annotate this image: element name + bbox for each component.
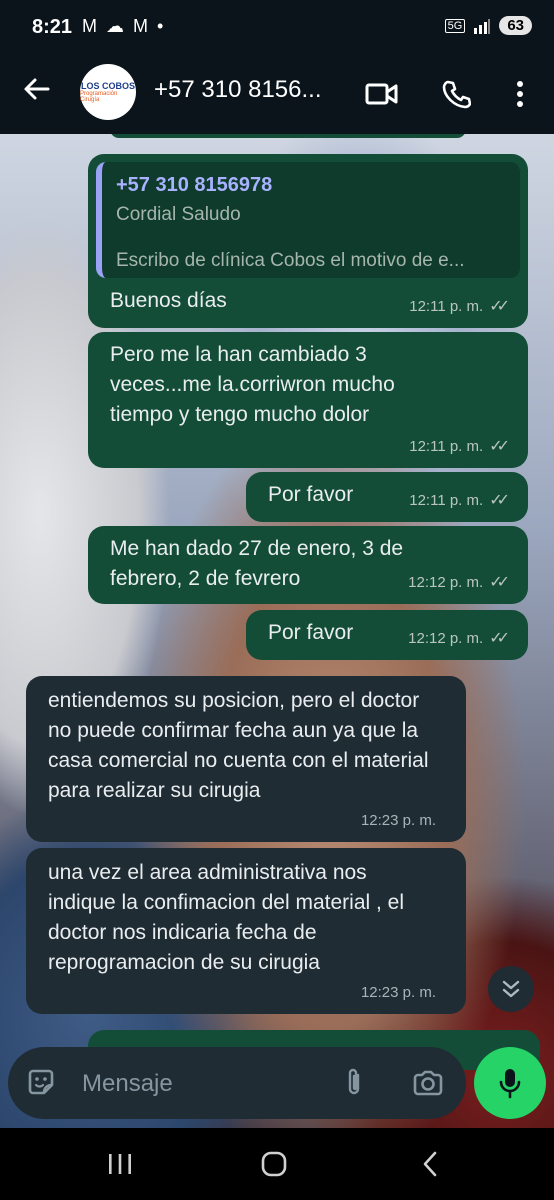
avatar-logo-text: LOS COBOS (80, 81, 135, 91)
avatar-logo-subtext: Programación Cirugía (80, 91, 118, 103)
message-bubble[interactable]: una vez el area administrativa nos indiq… (26, 848, 466, 1014)
system-navigation-bar (0, 1128, 554, 1200)
microphone-icon (499, 1069, 521, 1099)
scroll-to-bottom-button[interactable] (488, 966, 534, 1012)
voice-message-button[interactable] (474, 1047, 546, 1119)
network-label: 5G (444, 18, 466, 33)
message-time: 12:11 p. m. (409, 298, 484, 315)
status-time: 8:21 (32, 16, 73, 38)
read-receipt-icon: ✓✓ (489, 438, 510, 455)
message-bubble[interactable]: Por favor 12:11 p. m. ✓✓ (246, 472, 528, 522)
message-composer (8, 1047, 466, 1119)
message-text: entiendemos su posicion, pero el doctor … (48, 689, 429, 802)
message-text: Buenos días (110, 289, 227, 312)
message-time: 12:23 p. m. (360, 984, 436, 1001)
camera-icon[interactable] (412, 1067, 444, 1099)
attach-icon[interactable] (338, 1067, 370, 1099)
message-bubble[interactable]: +57 310 8156978 Cordial Saludo Escribo d… (88, 154, 528, 328)
message-text: una vez el area administrativa nos indiq… (48, 861, 405, 974)
message-bubble[interactable]: Me han dado 27 de enero, 3 de febrero, 2… (88, 526, 528, 604)
chat-wallpaper[interactable]: +57 310 8156978 Cordial Saludo Escribo d… (0, 134, 554, 1128)
quoted-line-2: Escribo de clínica Cobos el motivo de e.… (116, 250, 465, 271)
message-time: 12:11 p. m. (409, 438, 484, 455)
back-nav-icon[interactable] (400, 1146, 460, 1182)
battery-indicator: 63 (499, 16, 532, 35)
emoji-sticker-icon[interactable] (26, 1067, 58, 1099)
quoted-author: +57 310 8156978 (116, 174, 273, 196)
message-bubble[interactable]: entiendemos su posicion, pero el doctor … (26, 676, 466, 842)
quoted-line-1: Cordial Saludo (116, 204, 241, 225)
message-time: 12:12 p. m. (408, 574, 484, 591)
previous-message-edge (110, 134, 466, 138)
double-chevron-down-icon (502, 980, 520, 998)
video-call-icon[interactable] (362, 74, 402, 114)
message-meta: 12:11 p. m. ✓✓ (409, 292, 510, 322)
status-right-group: 5G 63 (444, 16, 532, 35)
message-time: 12:23 p. m. (360, 812, 436, 829)
message-text: Por favor (268, 483, 354, 506)
quoted-message[interactable]: +57 310 8156978 Cordial Saludo Escribo d… (96, 162, 520, 278)
message-bubble[interactable]: Pero me la han cambiado 3 veces...me la.… (88, 332, 528, 468)
message-bubble[interactable]: Por favor 12:12 p. m. ✓✓ (246, 610, 528, 660)
recent-apps-icon[interactable] (90, 1146, 150, 1182)
more-options-icon[interactable] (500, 74, 540, 114)
read-receipt-icon: ✓✓ (489, 630, 510, 647)
message-meta: 12:11 p. m. ✓✓ (409, 432, 510, 462)
home-icon[interactable] (244, 1146, 304, 1182)
message-time: 12:12 p. m. (408, 630, 484, 647)
message-meta: 12:12 p. m. ✓✓ (408, 624, 510, 654)
notification-icons: M ☁ M • (82, 16, 166, 36)
message-meta: 12:11 p. m. ✓✓ (409, 486, 510, 516)
contact-name[interactable]: +57 310 8156... (154, 76, 344, 104)
message-text: Por favor (268, 621, 354, 644)
voice-call-icon[interactable] (436, 74, 476, 114)
chat-header: LOS COBOS Programación Cirugía +57 310 8… (0, 56, 554, 134)
message-time: 12:11 p. m. (409, 492, 484, 509)
message-input[interactable] (80, 1065, 324, 1103)
read-receipt-icon: ✓✓ (489, 298, 510, 315)
back-arrow-icon[interactable] (22, 74, 52, 112)
contact-avatar[interactable]: LOS COBOS Programación Cirugía (80, 64, 136, 120)
read-receipt-icon: ✓✓ (489, 492, 510, 509)
signal-icon (474, 18, 491, 34)
status-bar: 8:21 M ☁ M • 5G 63 (0, 0, 554, 56)
message-meta: 12:12 p. m. ✓✓ (408, 568, 510, 598)
read-receipt-icon: ✓✓ (489, 574, 510, 591)
message-text: Pero me la han cambiado 3 veces...me la.… (110, 343, 395, 426)
